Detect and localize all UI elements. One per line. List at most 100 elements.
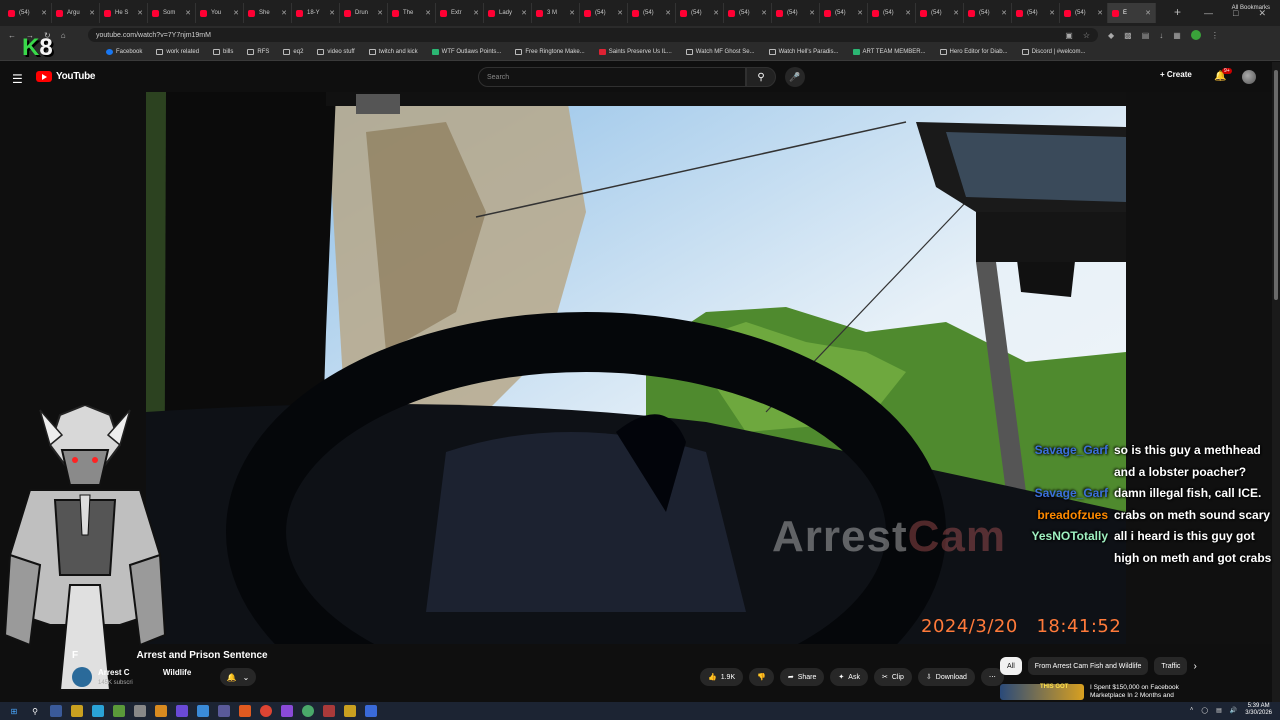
app-icon[interactable]: [344, 705, 356, 717]
browser-tab[interactable]: Som ✕: [148, 3, 196, 23]
tab-close-icon[interactable]: ✕: [665, 9, 671, 17]
browser-tab[interactable]: (54) ✕: [628, 3, 676, 23]
tab-close-icon[interactable]: ✕: [905, 9, 911, 17]
create-button[interactable]: + Create: [1160, 70, 1192, 79]
voice-search-button[interactable]: 🎤: [785, 67, 805, 87]
tab-close-icon[interactable]: ✕: [281, 9, 287, 17]
home-icon[interactable]: ⌂: [61, 31, 66, 40]
browser-tab[interactable]: The ✕: [388, 3, 436, 23]
tab-close-icon[interactable]: ✕: [569, 9, 575, 17]
browser-tab[interactable]: She ✕: [244, 3, 292, 23]
browser-tab[interactable]: He S ✕: [100, 3, 148, 23]
bookmark-item[interactable]: ART TEAM MEMBER...: [852, 49, 926, 55]
bookmark-item[interactable]: Discord | #welcom...: [1021, 49, 1085, 55]
url-field[interactable]: youtube.com/watch?v=7Y7njm19mM ▣ ☆: [88, 28, 1098, 42]
tab-close-icon[interactable]: ✕: [473, 9, 479, 17]
tab-search-icon[interactable]: ▦: [1173, 31, 1181, 40]
tab-close-icon[interactable]: ✕: [953, 9, 959, 17]
browser-tab[interactable]: Argu ✕: [52, 3, 100, 23]
tab-close-icon[interactable]: ✕: [233, 9, 239, 17]
browser-tab[interactable]: (54) ✕: [676, 3, 724, 23]
search-taskbar-icon[interactable]: ⚲: [29, 705, 41, 717]
recommended-thumbnail[interactable]: THIS GOT: [1000, 684, 1084, 700]
search-button[interactable]: ⚲: [746, 67, 776, 87]
bookmark-item[interactable]: WTF Outlaws Points...: [431, 49, 501, 55]
tab-close-icon[interactable]: ✕: [1049, 9, 1055, 17]
app-icon[interactable]: [323, 705, 335, 717]
account-avatar[interactable]: [1242, 70, 1256, 84]
recommended-video[interactable]: THIS GOT I Spent $150,000 on Facebook Ma…: [1000, 684, 1194, 700]
chip-channel[interactable]: From Arrest Cam Fish and Wildlife: [1027, 657, 1149, 675]
download-button[interactable]: ⇩ Download: [917, 668, 975, 686]
menu-icon[interactable]: ⋮: [1211, 31, 1219, 40]
subscribed-bell-button[interactable]: 🔔 ⌄: [220, 668, 256, 686]
speaker-icon[interactable]: 🔊: [1230, 707, 1237, 714]
recommended-title[interactable]: I Spent $150,000 on Facebook Marketplace…: [1090, 684, 1194, 700]
channel-avatar[interactable]: [72, 667, 92, 687]
app-icon[interactable]: [365, 705, 377, 717]
browser-tab[interactable]: (54) ✕: [820, 3, 868, 23]
browser-tab[interactable]: (54) ✕: [772, 3, 820, 23]
file-explorer-icon[interactable]: [50, 705, 62, 717]
downloads-icon[interactable]: ↓: [1159, 31, 1163, 40]
bookmark-item[interactable]: Saints Preserve Us IL...: [598, 49, 672, 55]
app-icon[interactable]: [218, 705, 230, 717]
network-icon[interactable]: ▤: [1216, 707, 1222, 714]
all-bookmarks[interactable]: All Bookmarks: [1232, 5, 1270, 11]
app-icon[interactable]: [155, 705, 167, 717]
sidebar-icon[interactable]: ▤: [1142, 31, 1150, 40]
bookmark-item[interactable]: eq2: [283, 49, 303, 55]
chevron-up-icon[interactable]: ˄: [1190, 707, 1194, 713]
browser-tab[interactable]: (54) ✕: [1012, 3, 1060, 23]
browser-tab[interactable]: (54) ✕: [868, 3, 916, 23]
tab-close-icon[interactable]: ✕: [1145, 9, 1151, 17]
browser-tab[interactable]: Extr ✕: [436, 3, 484, 23]
scrollbar-thumb[interactable]: [1274, 70, 1278, 300]
chip-traffic[interactable]: Traffic: [1154, 657, 1188, 675]
bookmark-item[interactable]: Free Ringtone Make...: [515, 49, 585, 55]
bookmark-item[interactable]: Watch Hell's Paradis...: [768, 49, 839, 55]
tab-close-icon[interactable]: ✕: [617, 9, 623, 17]
search-input[interactable]: Search: [478, 67, 746, 87]
system-clock[interactable]: 5:39 AM 3/30/2026: [1245, 703, 1272, 717]
tab-close-icon[interactable]: ✕: [137, 9, 143, 17]
tab-close-icon[interactable]: ✕: [41, 9, 47, 17]
minimize-icon[interactable]: —: [1204, 8, 1213, 18]
bookmark-item[interactable]: video stuff: [317, 49, 355, 55]
bookmark-item[interactable]: RFS: [247, 49, 269, 55]
channel-name[interactable]: Arrest C Wildlife: [98, 668, 191, 677]
extension-icon[interactable]: ◆: [1108, 31, 1114, 40]
app-icon[interactable]: [113, 705, 125, 717]
tab-close-icon[interactable]: ✕: [1097, 9, 1103, 17]
tab-close-icon[interactable]: ✕: [857, 9, 863, 17]
ask-button[interactable]: ✦ Ask: [830, 668, 868, 686]
hamburger-menu-icon[interactable]: ☰: [12, 72, 23, 86]
bookmark-item[interactable]: Hero Editor for Diab...: [939, 49, 1008, 55]
profile-avatar[interactable]: [1190, 30, 1201, 40]
back-icon[interactable]: ←: [8, 31, 16, 40]
tab-close-icon[interactable]: ✕: [1001, 9, 1007, 17]
tab-close-icon[interactable]: ✕: [761, 9, 767, 17]
chrome-icon[interactable]: [260, 705, 272, 717]
share-button[interactable]: ➦ Share: [779, 668, 825, 686]
browser-tab[interactable]: (54) ✕: [1060, 3, 1108, 23]
video-player[interactable]: ArrestCam 2024/3/20 18:41:52: [146, 92, 1126, 644]
firefox-icon[interactable]: [239, 705, 251, 717]
bookmark-item[interactable]: twitch and kick: [368, 49, 418, 55]
tab-close-icon[interactable]: ✕: [329, 9, 335, 17]
browser-tab[interactable]: (54) ✕: [724, 3, 772, 23]
browser-tab[interactable]: 18-Y ✕: [292, 3, 340, 23]
bookmark-item[interactable]: Facebook: [106, 49, 142, 55]
bookmark-item[interactable]: work related: [156, 49, 199, 55]
folder-icon[interactable]: [71, 705, 83, 717]
chevron-right-icon[interactable]: ›: [1193, 661, 1196, 672]
windows-start-icon[interactable]: ⊞: [8, 705, 20, 717]
dislike-button[interactable]: 👎: [749, 668, 774, 686]
tab-close-icon[interactable]: ✕: [377, 9, 383, 17]
browser-tab[interactable]: (54) ✕: [580, 3, 628, 23]
bookmark-star-icon[interactable]: ☆: [1083, 31, 1090, 40]
browser-tab[interactable]: (54) ✕: [964, 3, 1012, 23]
install-icon[interactable]: ▣: [1065, 31, 1073, 40]
youtube-logo[interactable]: YouTube: [36, 71, 96, 82]
tab-close-icon[interactable]: ✕: [185, 9, 191, 17]
